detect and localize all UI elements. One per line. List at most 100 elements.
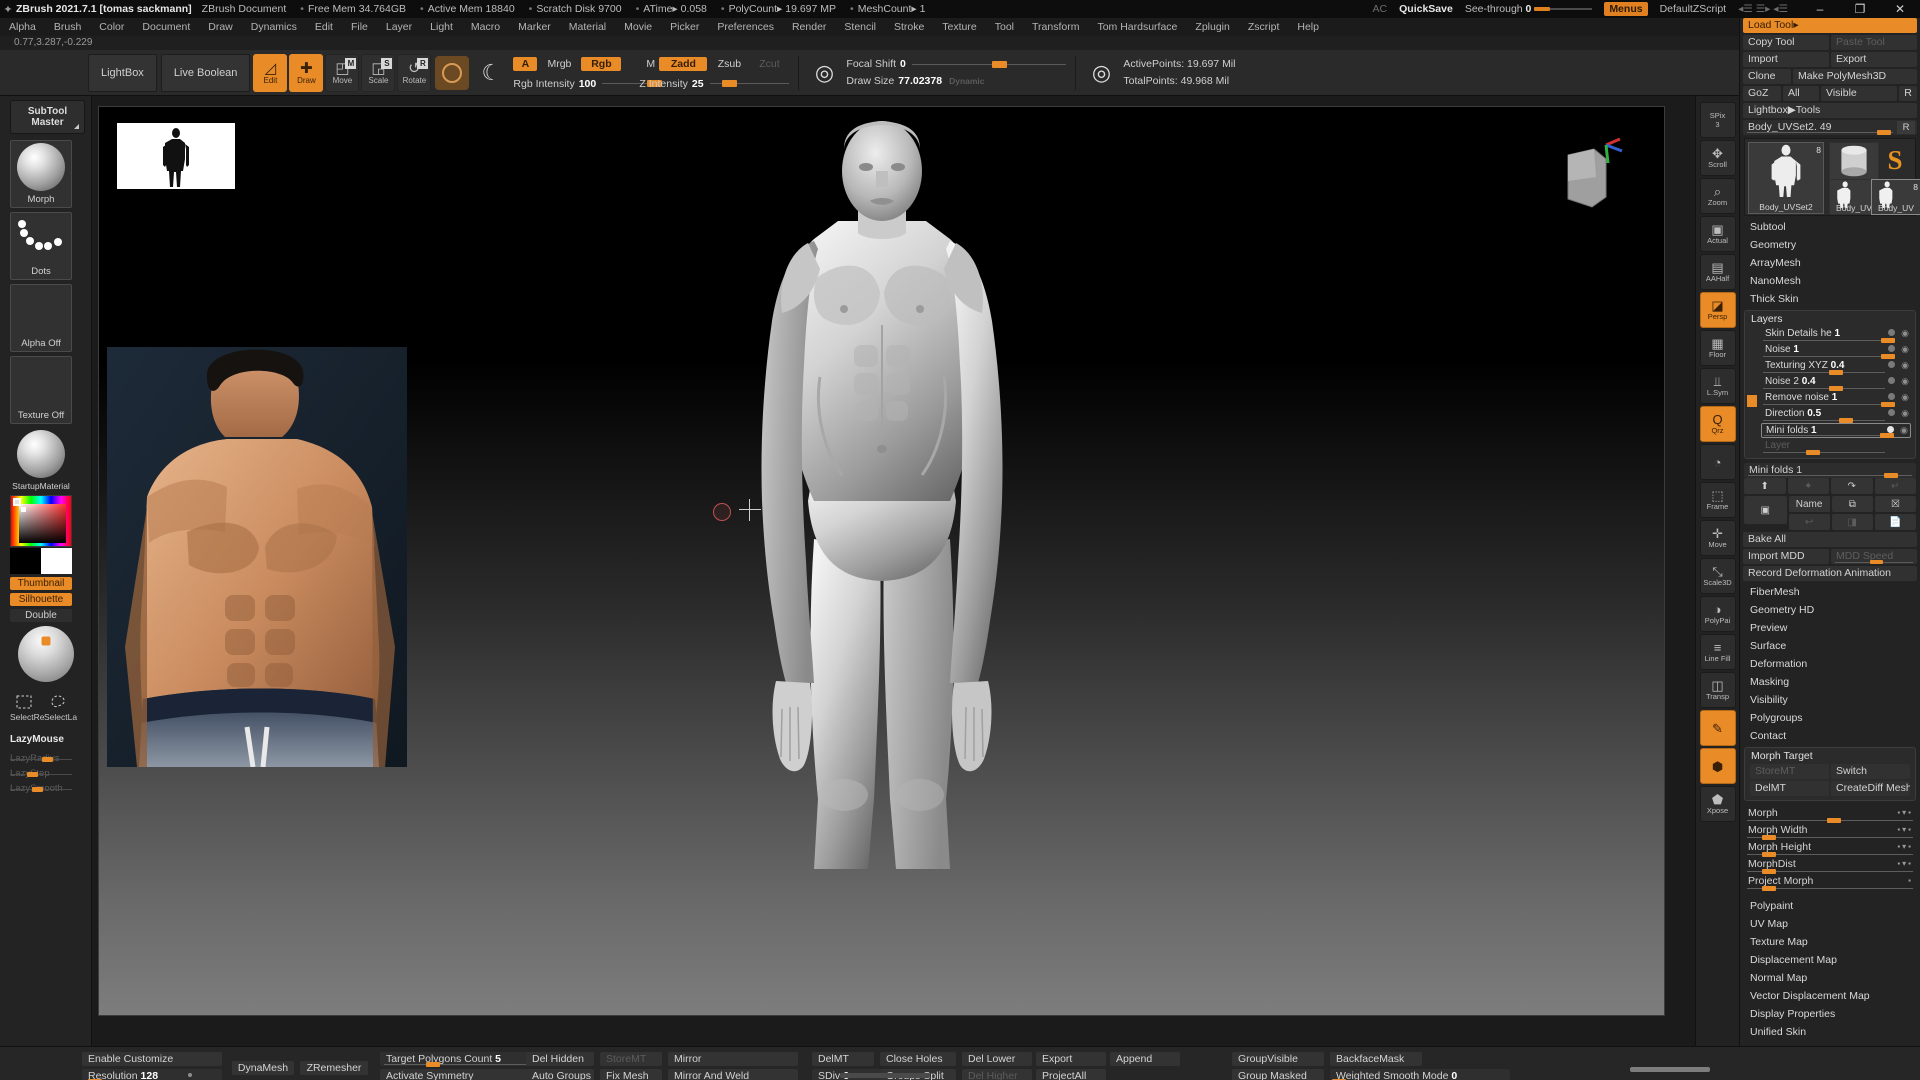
menu-item-zplugin[interactable]: Zplugin — [1186, 18, 1238, 36]
current-brush-thumbnail[interactable] — [435, 55, 470, 90]
morph-slider[interactable]: Morph ▪▾▪ — [1745, 807, 1915, 823]
panel-section-polypaint[interactable]: Polypaint — [1740, 897, 1920, 915]
del-higher-button[interactable]: Del Higher — [962, 1069, 1032, 1080]
viewport-tool-scroll[interactable]: ✥ Scroll — [1699, 140, 1736, 176]
export-bottom-button[interactable]: Export — [1036, 1052, 1106, 1066]
layer-visibility-eye-icon[interactable]: ◉ — [1901, 376, 1909, 387]
subtool-master-button[interactable]: SubTool Master — [10, 100, 85, 134]
panel-section-fibermesh[interactable]: FiberMesh — [1740, 583, 1920, 601]
layer-intensity-knob[interactable] — [1806, 450, 1820, 455]
zsub-toggle[interactable]: Zsub — [707, 57, 751, 71]
panel-section-display-properties[interactable]: Display Properties — [1740, 1005, 1920, 1023]
lazy-radius-slider[interactable]: LazyRadius — [10, 748, 72, 764]
minimize-button[interactable]: – — [1800, 0, 1840, 18]
edit-mode-button[interactable]: ◿ Edit — [253, 53, 288, 92]
mini-folds-slider[interactable]: Mini folds 1 — [1744, 463, 1916, 478]
panel-section-masking[interactable]: Masking — [1740, 673, 1920, 691]
select-lasso-button[interactable]: SelectLa — [44, 692, 77, 722]
panel-section-visibility[interactable]: Visibility — [1740, 691, 1920, 709]
menu-item-tool[interactable]: Tool — [986, 18, 1023, 36]
menu-item-stroke[interactable]: Stroke — [885, 18, 933, 36]
menu-item-preferences[interactable]: Preferences — [708, 18, 783, 36]
store-mt-button[interactable]: StoreMT — [1750, 764, 1829, 779]
menu-item-tom-hardsurface[interactable]: Tom Hardsurface — [1088, 18, 1186, 36]
menu-item-help[interactable]: Help — [1288, 18, 1328, 36]
default-zscript-label[interactable]: DefaultZScript — [1660, 3, 1727, 15]
layer-visibility-eye-icon[interactable]: ◉ — [1901, 328, 1909, 339]
layer-row[interactable]: Skin Details he 1 ◉ — [1761, 327, 1911, 343]
dynamic-toggle[interactable]: Dynamic — [942, 74, 991, 88]
close-button[interactable]: ✕ — [1880, 0, 1920, 18]
silhouette-button[interactable]: Silhouette — [10, 593, 72, 606]
viewport-tool-xpose[interactable]: ⬟ Xpose — [1699, 786, 1736, 822]
layer-up-icon[interactable]: ⬆ — [1744, 478, 1786, 494]
secondary-material-ball[interactable] — [17, 626, 74, 682]
layer-record-icon[interactable] — [1888, 409, 1895, 416]
quicksave-button[interactable]: QuickSave — [1399, 3, 1453, 15]
panel-section-vector-displacement-map[interactable]: Vector Displacement Map — [1740, 987, 1920, 1005]
target-polygons-slider[interactable]: Target Polygons Count 5 — [380, 1052, 540, 1067]
stroke-s-icon[interactable]: ◎ — [809, 56, 839, 90]
viewport-tool-line-fill[interactable]: ≡ Line Fill — [1699, 634, 1736, 670]
layer-row[interactable]: Mini folds 1 ◉ — [1761, 423, 1911, 438]
morph-height-slider[interactable]: Morph Height ▪▾▪ — [1745, 841, 1915, 857]
menu-item-render[interactable]: Render — [783, 18, 835, 36]
layer-visibility-eye-icon[interactable]: ◉ — [1900, 425, 1908, 436]
panel-section-displacement-map[interactable]: Displacement Map — [1740, 951, 1920, 969]
menu-item-zscript[interactable]: Zscript — [1239, 18, 1289, 36]
weighted-smooth-slider[interactable]: Weighted Smooth Mode 0 — [1330, 1069, 1510, 1080]
menus-toggle[interactable]: Menus — [1604, 2, 1648, 16]
layer-row[interactable]: Noise 2 0.4 ◉ — [1761, 375, 1911, 391]
layer-intensity-knob[interactable] — [1880, 433, 1895, 438]
viewport-tool-l-sym[interactable]: ⫫ L.Sym — [1699, 368, 1736, 404]
mirror-button[interactable]: Mirror — [668, 1052, 798, 1066]
viewport-tool--[interactable]: ✎ — [1699, 710, 1736, 746]
material-swatch[interactable]: StartupMaterial — [10, 428, 72, 493]
zremesher-button[interactable]: ZRemesher — [300, 1061, 368, 1075]
goz-r-button[interactable]: R — [1899, 86, 1917, 101]
resolution-slider[interactable]: Resolution 128 — [82, 1069, 222, 1080]
orientation-gizmo[interactable] — [1554, 137, 1624, 217]
viewport-tool-persp[interactable]: ◪ Persp — [1699, 292, 1736, 328]
layer-visibility-eye-icon[interactable]: ◉ — [1901, 392, 1909, 403]
viewport-tool-scale3d[interactable]: ⤡ Scale3D — [1699, 558, 1736, 594]
menu-item-stencil[interactable]: Stencil — [835, 18, 885, 36]
enable-customize-button[interactable]: Enable Customize — [82, 1052, 222, 1066]
panel-section-arraymesh[interactable]: ArrayMesh — [1740, 254, 1920, 272]
lightbox-tools-button[interactable]: Lightbox▶Tools — [1743, 103, 1917, 118]
zcut-toggle[interactable]: Zcut — [751, 57, 787, 71]
layer-export-icon[interactable]: ↷ — [1831, 478, 1873, 494]
current-tool-slider[interactable]: Body_UVSet2. 49 R — [1743, 120, 1917, 135]
tool-item-body-uv-b[interactable]: 8 Body_UV — [1871, 179, 1920, 215]
create-diff-mesh-button[interactable]: CreateDiff Mesh — [1831, 781, 1910, 796]
viewport-tool-zoom[interactable]: ⌕ Zoom — [1699, 178, 1736, 214]
project-all-button[interactable]: ProjectAll — [1036, 1069, 1106, 1080]
panel-scrollbar[interactable] — [1630, 1067, 1710, 1072]
ac-label[interactable]: AC — [1373, 3, 1388, 15]
thumbnail-button[interactable]: Thumbnail — [10, 577, 72, 590]
viewport-tool-aahalf[interactable]: ▤ AAHalf — [1699, 254, 1736, 290]
menu-item-draw[interactable]: Draw — [199, 18, 242, 36]
append-button[interactable]: Append — [1110, 1052, 1180, 1066]
viewport[interactable] — [98, 106, 1665, 1016]
panel-section-subtool[interactable]: Subtool — [1740, 218, 1920, 236]
export-button[interactable]: Export — [1831, 52, 1917, 67]
horizontal-scrollbar[interactable] — [840, 1073, 930, 1078]
layer-record-icon[interactable] — [1888, 329, 1895, 336]
layer-delete-icon[interactable]: ☒ — [1874, 496, 1917, 512]
activate-symmetry-button[interactable]: Activate Symmetry — [380, 1069, 540, 1080]
menu-item-edit[interactable]: Edit — [306, 18, 342, 36]
viewport-tool-move[interactable]: ✛ Move — [1699, 520, 1736, 556]
canvas-area[interactable] — [92, 96, 1695, 1046]
make-polymesh3d-button[interactable]: Make PolyMesh3D — [1793, 69, 1917, 84]
import-button[interactable]: Import — [1743, 52, 1829, 67]
layer-record-icon[interactable] — [1888, 361, 1895, 368]
color-picker[interactable] — [10, 495, 72, 547]
layer-record-icon[interactable] — [1888, 393, 1895, 400]
layer-undo-icon[interactable]: ↩ — [1788, 514, 1830, 530]
menu-item-color[interactable]: Color — [90, 18, 133, 36]
group-visible-button[interactable]: GroupVisible — [1232, 1052, 1324, 1066]
close-holes-button[interactable]: Close Holes — [880, 1052, 956, 1066]
project-morph-slider[interactable]: Project Morph ▪ — [1745, 875, 1915, 891]
layer-duplicate-icon[interactable]: ⧉ — [1831, 496, 1873, 512]
